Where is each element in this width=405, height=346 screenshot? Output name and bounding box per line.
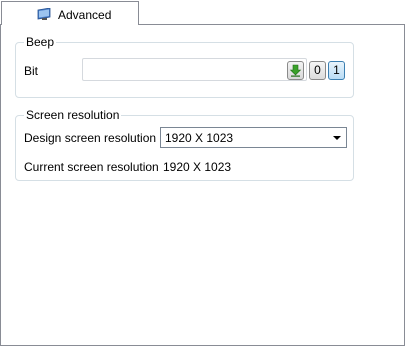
monitor-icon: [36, 7, 52, 20]
tab-label: Advanced: [58, 8, 112, 22]
current-resolution-label: Current screen resolution: [24, 160, 159, 174]
bit-input[interactable]: [82, 58, 307, 81]
bit-one-button[interactable]: 1: [328, 61, 345, 80]
bit-zero-button[interactable]: 0: [309, 61, 326, 80]
beep-group-title: Beep: [24, 35, 57, 49]
design-resolution-value: 1920 X 1023: [165, 131, 234, 145]
chevron-down-icon[interactable]: [333, 136, 341, 140]
design-resolution-label: Design screen resolution: [24, 131, 157, 145]
design-resolution-select[interactable]: 1920 X 1023: [160, 127, 347, 148]
download-arrow-icon: [289, 64, 302, 77]
screen-resolution-title: Screen resolution: [24, 108, 122, 122]
tab-strip: Advanced: [0, 0, 405, 25]
current-resolution-value: 1920 X 1023: [163, 160, 232, 174]
tab-gap: [2, 23, 138, 25]
bit-label: Bit: [24, 64, 39, 78]
download-button[interactable]: [287, 61, 304, 80]
tab-advanced[interactable]: Advanced: [1, 1, 139, 25]
